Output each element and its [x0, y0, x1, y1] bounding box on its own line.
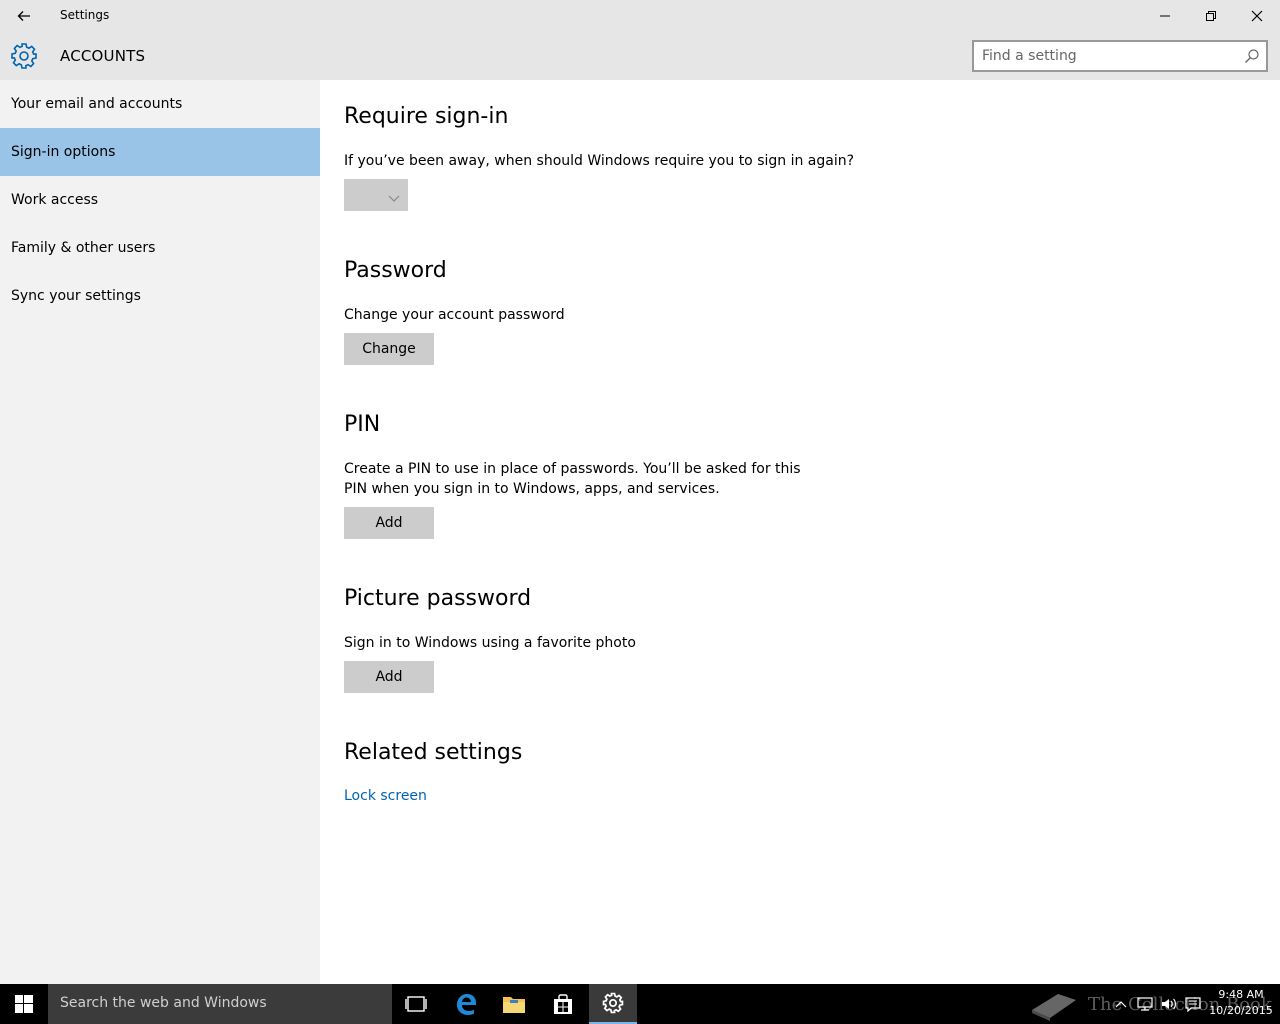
- maximize-icon[interactable]: [1188, 0, 1234, 32]
- add-picture-password-button[interactable]: Add: [344, 661, 434, 693]
- require-signin-dropdown[interactable]: [344, 179, 408, 211]
- search-input[interactable]: [982, 46, 1232, 66]
- page-title: ACCOUNTS: [60, 47, 146, 65]
- chevron-down-icon: [388, 189, 400, 202]
- clock-date: 10/20/2015: [1209, 1004, 1273, 1017]
- action-center-icon[interactable]: [1182, 984, 1204, 1024]
- sidebar-item-sync-settings[interactable]: Sync your settings: [0, 272, 320, 320]
- title-bar: Settings: [0, 0, 1280, 32]
- main-content: Require sign-in If you’ve been away, whe…: [320, 80, 1280, 984]
- show-hidden-icons-icon[interactable]: [1112, 984, 1130, 1024]
- minimize-icon[interactable]: [1142, 0, 1188, 32]
- file-explorer-icon[interactable]: [490, 984, 538, 1024]
- store-icon[interactable]: [539, 984, 587, 1024]
- sidebar-item-family-users[interactable]: Family & other users: [0, 224, 320, 272]
- task-view-icon[interactable]: [392, 984, 440, 1024]
- lock-screen-link[interactable]: Lock screen: [344, 788, 427, 804]
- volume-icon[interactable]: [1158, 984, 1180, 1024]
- gear-icon: [10, 42, 38, 70]
- taskbar-search-box[interactable]: Search the web and Windows: [48, 984, 392, 1024]
- taskbar-search-text: Search the web and Windows: [60, 995, 267, 1011]
- sidebar: Your email and accounts Sign-in options …: [0, 80, 320, 984]
- network-icon[interactable]: [1134, 984, 1156, 1024]
- change-password-button[interactable]: Change: [344, 333, 434, 365]
- pin-description-line2: PIN when you sign in to Windows, apps, a…: [344, 481, 720, 497]
- password-heading: Password: [344, 258, 447, 283]
- back-arrow-icon[interactable]: [8, 0, 40, 32]
- search-icon[interactable]: [1244, 48, 1260, 64]
- windows-start-icon[interactable]: [0, 984, 48, 1024]
- picture-password-description: Sign in to Windows using a favorite phot…: [344, 635, 636, 651]
- window-title: Settings: [60, 8, 110, 22]
- taskbar: Search the web and Windows The Collectio…: [0, 984, 1280, 1024]
- close-icon[interactable]: [1234, 0, 1280, 32]
- picture-password-heading: Picture password: [344, 586, 532, 611]
- page-header: ACCOUNTS: [0, 32, 1280, 80]
- clock-time: 9:48 AM: [1218, 988, 1264, 1001]
- book-icon: [1032, 994, 1076, 1021]
- pin-description-line1: Create a PIN to use in place of password…: [344, 461, 801, 477]
- related-settings-heading: Related settings: [344, 740, 523, 765]
- sidebar-item-email-accounts[interactable]: Your email and accounts: [0, 80, 320, 128]
- sidebar-item-work-access[interactable]: Work access: [0, 176, 320, 224]
- pin-heading: PIN: [344, 412, 381, 437]
- require-signin-description: If you’ve been away, when should Windows…: [344, 153, 855, 169]
- settings-icon[interactable]: [589, 984, 637, 1024]
- taskbar-clock[interactable]: 9:48 AM 10/20/2015: [1206, 987, 1276, 1019]
- edge-icon[interactable]: [442, 984, 490, 1024]
- add-pin-button[interactable]: Add: [344, 507, 434, 539]
- require-signin-heading: Require sign-in: [344, 104, 509, 129]
- password-description: Change your account password: [344, 307, 565, 323]
- sidebar-item-sign-in-options[interactable]: Sign-in options: [0, 128, 320, 176]
- search-box[interactable]: [972, 40, 1268, 72]
